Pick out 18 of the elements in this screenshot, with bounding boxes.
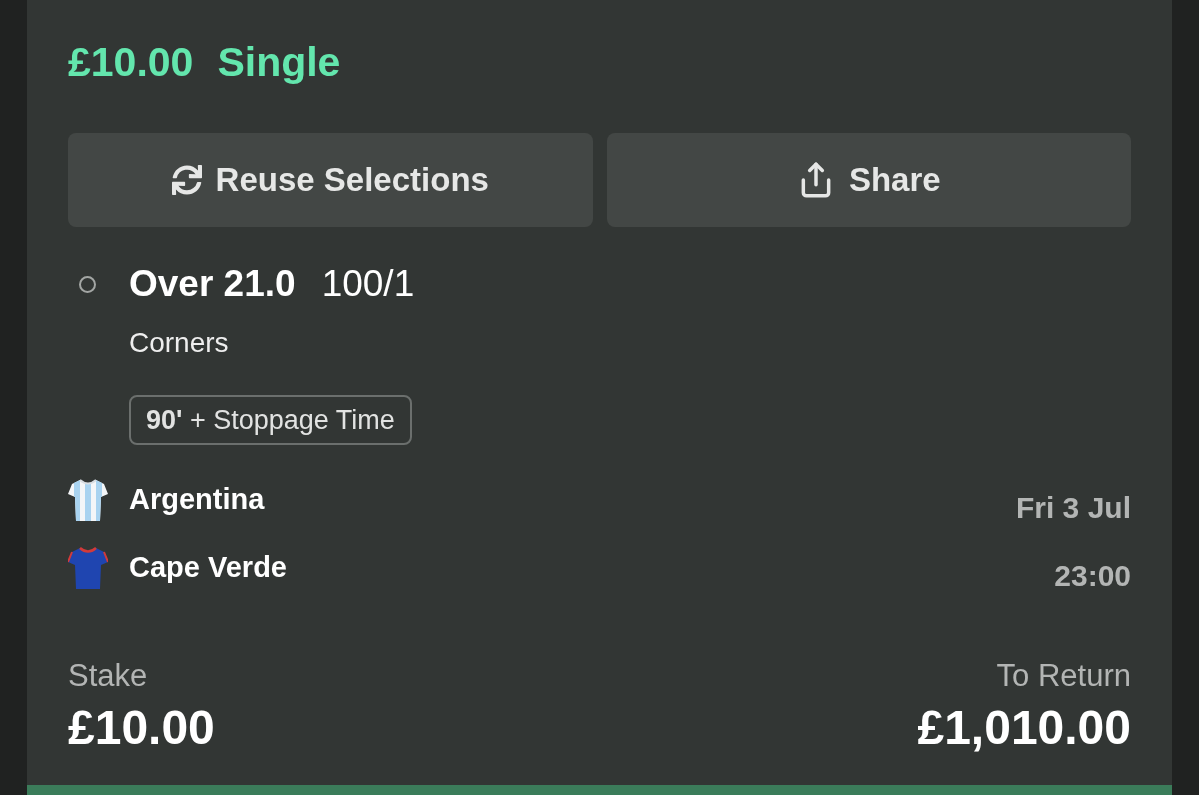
- stake-value: £10.00: [68, 701, 215, 755]
- ring-icon: [79, 275, 96, 293]
- period-tag: 90' + Stoppage Time: [129, 395, 412, 445]
- selection-name: Over 21.0: [129, 262, 296, 306]
- return-label: To Return: [996, 658, 1131, 694]
- team-name: Cape Verde: [129, 550, 287, 586]
- return-value: £1,010.00: [917, 701, 1131, 755]
- stake-label: Stake: [68, 658, 148, 694]
- bet-type: Single: [217, 38, 341, 86]
- selection-odds: 100/1: [321, 262, 415, 306]
- market-name: Corners: [129, 326, 229, 360]
- event-date: Fri 3 Jul: [1015, 489, 1131, 526]
- reuse-selections-button[interactable]: Reuse Selections: [68, 133, 593, 227]
- team-name: Argentina: [129, 482, 265, 518]
- event-time: 23:00: [1054, 557, 1131, 594]
- share-button[interactable]: Share: [606, 133, 1131, 227]
- refresh-icon: [171, 165, 202, 195]
- stake-amount: £10.00: [68, 38, 194, 86]
